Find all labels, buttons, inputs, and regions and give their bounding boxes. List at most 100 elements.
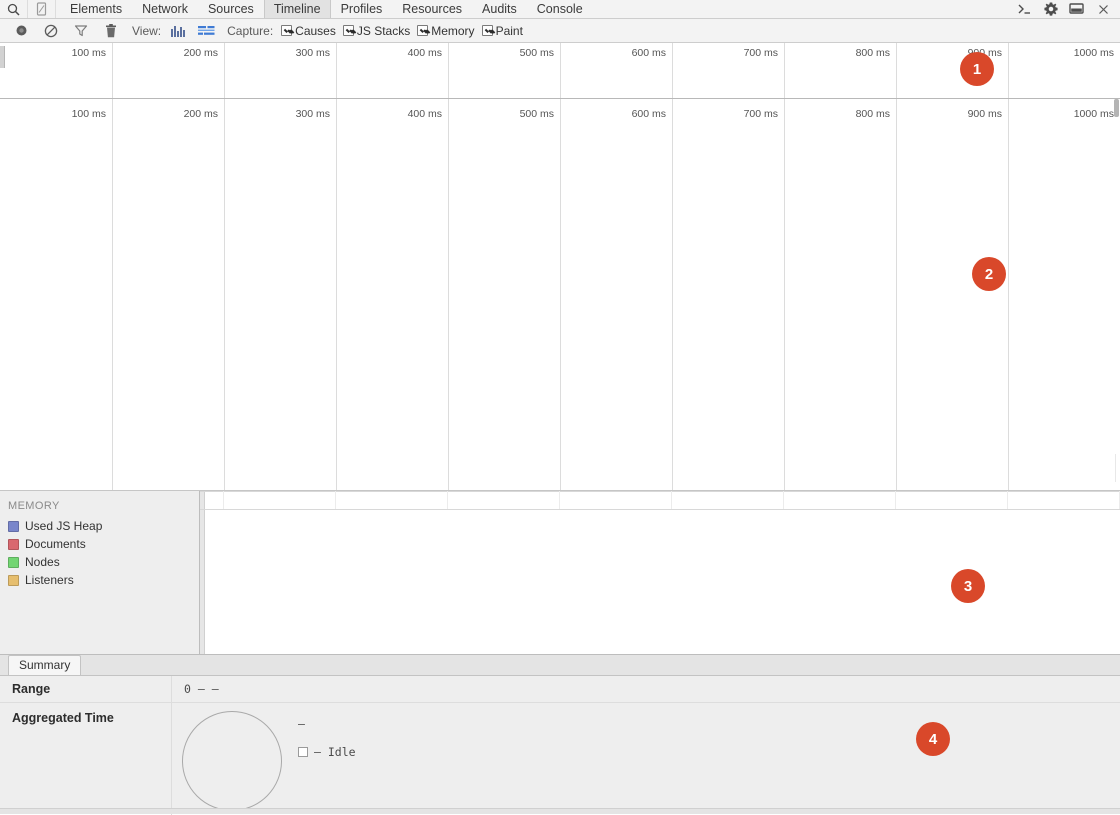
memory-legend-item-nodes: Nodes <box>8 553 199 571</box>
capture-label: Capture: <box>227 23 274 38</box>
tab-network[interactable]: Network <box>132 0 198 18</box>
memory-tick-divider <box>671 491 672 509</box>
tab-console[interactable]: Console <box>527 0 593 18</box>
timeline-overview[interactable]: 100 ms 200 ms 300 ms 400 ms 500 ms 600 ms 700 … <box>0 43 1120 99</box>
capture-option-causes-label: Causes <box>295 23 336 38</box>
checkbox-memory[interactable] <box>417 25 429 36</box>
memory-legend-label-documents: Documents <box>25 537 86 551</box>
memory-graph[interactable] <box>200 491 1120 654</box>
overview-tick-divider <box>224 43 225 98</box>
summary-value-range: 0 – – <box>184 682 219 696</box>
timeline-tick-label: 300 ms <box>295 108 330 120</box>
memory-tick-divider <box>895 491 896 509</box>
overview-tick-label: 400 ms <box>407 47 442 59</box>
tab-resources[interactable]: Resources <box>392 0 472 18</box>
dock-icon[interactable] <box>1064 0 1090 19</box>
memory-tick-divider <box>223 491 224 509</box>
overview-tick-label: 300 ms <box>295 47 330 59</box>
ban-icon <box>44 24 58 37</box>
timeline-records-grid[interactable]: 100 ms 200 ms 300 ms 400 ms 500 ms 600 ms 700 … <box>0 99 1120 491</box>
timeline-tick-divider <box>1008 99 1009 490</box>
timeline-tick-label: 800 ms <box>855 108 890 120</box>
capture-option-memory[interactable]: Memory <box>417 24 475 38</box>
checkbox-js-stacks[interactable] <box>342 25 354 36</box>
memory-legend-item-listeners: Listeners <box>8 571 199 589</box>
flame-chart-view-icon[interactable] <box>193 20 221 42</box>
memory-legend-label-nodes: Nodes <box>25 555 60 569</box>
capture-option-js-stacks-label: JS Stacks <box>356 23 411 38</box>
timeline-tick-label: 500 ms <box>519 108 554 120</box>
timeline-tick-label: 700 ms <box>743 108 778 120</box>
overview-tick-divider <box>784 43 785 98</box>
summary-key-range: Range <box>0 676 172 702</box>
tab-bar-spacer <box>593 0 1012 18</box>
timeline-tick-divider <box>224 99 225 490</box>
memory-legend-label-used-js-heap: Used JS Heap <box>25 519 103 533</box>
devtools-tab-bar: Elements Network Sources Timeline Profil… <box>0 0 1120 19</box>
memory-tick-divider <box>335 491 336 509</box>
timeline-details-pane: Summary Range 0 – – Aggregated Time – – … <box>0 655 1120 815</box>
overview-tick-divider <box>448 43 449 98</box>
memory-gridline-middle <box>200 509 1120 510</box>
annotation-marker-2: 2 <box>972 257 1006 291</box>
memory-title: MEMORY <box>8 500 60 512</box>
record-button[interactable] <box>6 20 36 42</box>
memory-graph-scrollbar[interactable] <box>200 491 205 654</box>
timeline-tick-label: 200 ms <box>183 108 218 120</box>
clear-button[interactable] <box>36 20 66 42</box>
memory-tick-divider <box>447 491 448 509</box>
memory-legend-item-used-js-heap: Used JS Heap <box>8 517 199 535</box>
timeline-tick-label: 100 ms <box>71 108 106 120</box>
close-icon[interactable] <box>1090 0 1116 19</box>
capture-option-js-stacks[interactable]: JS Stacks <box>342 23 411 38</box>
overview-tick-divider <box>112 43 113 98</box>
annotation-marker-1: 1 <box>960 52 994 86</box>
memory-tick-divider <box>1007 491 1008 509</box>
tab-summary[interactable]: Summary <box>8 655 82 675</box>
close-icon-glyph <box>1098 4 1108 14</box>
summary-key-aggregated-time: Aggregated Time <box>0 703 172 815</box>
bar-chart-view-icon-glyph <box>171 25 186 37</box>
capture-option-causes[interactable]: Causes <box>281 24 336 38</box>
summary-row-range: Range 0 – – <box>0 676 1120 703</box>
checkbox-causes[interactable] <box>281 25 293 36</box>
timeline-tick-divider <box>112 99 113 490</box>
tab-bar-actions <box>1012 0 1120 18</box>
flame-chart-view-icon-glyph <box>198 25 215 35</box>
record-icon <box>16 25 26 36</box>
search-icon-glyph <box>7 3 20 16</box>
overview-tick-label: 1000 ms <box>1073 47 1114 59</box>
search-icon[interactable] <box>0 0 28 18</box>
bar-chart-view-icon[interactable] <box>165 20 193 42</box>
device-mode-icon[interactable] <box>28 0 56 18</box>
overview-tick-label: 600 ms <box>631 47 666 59</box>
legend-swatch-idle <box>298 747 308 757</box>
checkbox-paint[interactable] <box>481 25 493 36</box>
tab-elements[interactable]: Elements <box>60 0 132 18</box>
delete-button[interactable] <box>96 20 126 42</box>
console-prompt-icon-glyph <box>1018 4 1030 14</box>
tab-profiles[interactable]: Profiles <box>331 0 393 18</box>
filter-button[interactable] <box>66 20 96 42</box>
funnel-icon <box>74 25 88 37</box>
panel-tabs: Elements Network Sources Timeline Profil… <box>60 0 593 18</box>
tab-audits[interactable]: Audits <box>472 0 527 18</box>
annotation-marker-4: 4 <box>916 722 950 756</box>
timeline-vertical-scrollbar[interactable] <box>1114 99 1119 117</box>
overview-tick-divider <box>1008 43 1009 98</box>
capture-option-paint[interactable]: Paint <box>481 24 523 38</box>
aggregated-time-pie-chart <box>182 711 282 811</box>
timeline-tick-divider <box>896 99 897 490</box>
console-prompt-icon[interactable] <box>1012 0 1038 19</box>
overview-tick-divider <box>672 43 673 98</box>
gear-icon[interactable] <box>1038 0 1064 19</box>
overview-tick-label: 100 ms <box>71 47 106 59</box>
dock-icon-glyph <box>1069 3 1084 14</box>
tab-sources[interactable]: Sources <box>198 0 264 18</box>
timeline-ruler: 100 ms 200 ms 300 ms 400 ms 500 ms 600 ms 700 … <box>0 99 1120 490</box>
timeline-tick-divider <box>336 99 337 490</box>
tab-timeline[interactable]: Timeline <box>263 0 331 18</box>
timeline-tick-divider <box>448 99 449 490</box>
memory-legend-panel: MEMORY Used JS Heap Documents Nodes List… <box>0 491 200 654</box>
gear-icon-glyph <box>1044 2 1058 16</box>
